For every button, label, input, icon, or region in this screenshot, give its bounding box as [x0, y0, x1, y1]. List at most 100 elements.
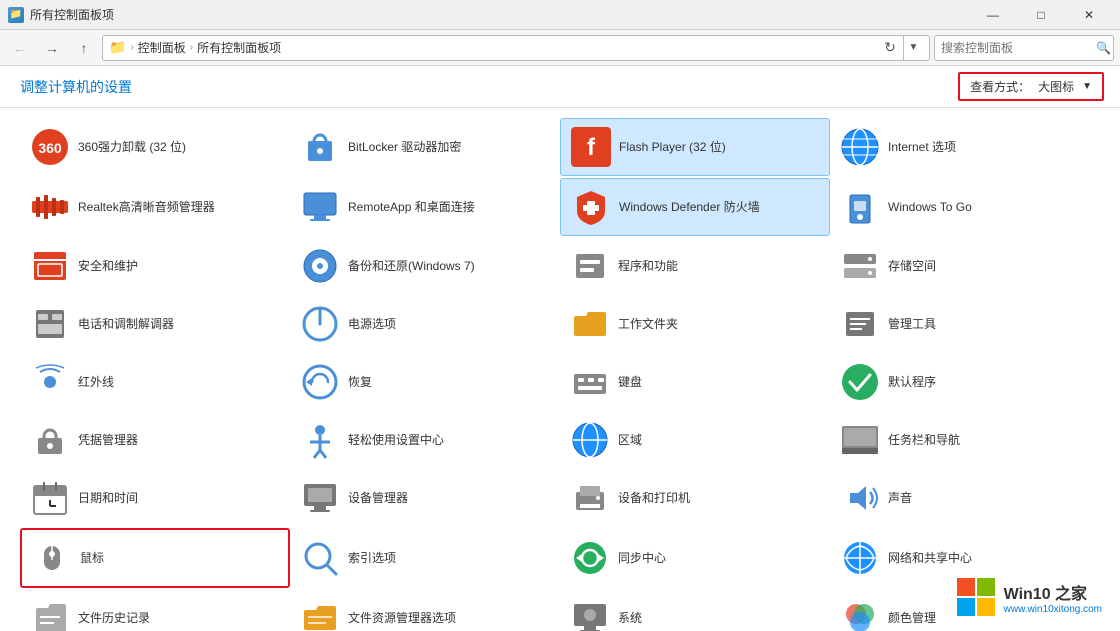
item-security[interactable]: 安全和维护: [20, 238, 290, 294]
address-bar[interactable]: 📁 › 控制面板 › 所有控制面板项 ↻ ▼: [102, 35, 930, 61]
watermark-main-text: Win10 之家: [1004, 580, 1102, 604]
title-bar-icon: 📁: [8, 7, 24, 23]
item-mouse-label: 鼠标: [80, 550, 104, 567]
svg-text:f: f: [587, 134, 596, 161]
refresh-button[interactable]: ↻: [877, 35, 903, 61]
item-internet-label: Internet 选项: [888, 139, 956, 156]
item-phone[interactable]: 电话和调制解调器: [20, 296, 290, 352]
breadcrumb-sep-2: ›: [190, 42, 193, 53]
item-windefender-icon: [571, 187, 611, 227]
item-manage[interactable]: 管理工具: [830, 296, 1100, 352]
item-mouse-icon: [32, 538, 72, 578]
breadcrumb-icon: 📁: [109, 39, 126, 56]
item-infrared[interactable]: 红外线: [20, 354, 290, 410]
view-label: 查看方式：: [970, 78, 1030, 95]
item-system[interactable]: 系统: [560, 590, 830, 631]
item-manage-icon: [840, 304, 880, 344]
item-backup-icon: [300, 246, 340, 286]
item-default-label: 默认程序: [888, 374, 936, 391]
item-indexing[interactable]: 索引选项: [290, 528, 560, 588]
item-sync-icon: [570, 538, 610, 578]
item-windefender[interactable]: Windows Defender 防火墙: [560, 178, 830, 236]
item-default[interactable]: 默认程序: [830, 354, 1100, 410]
item-devprinter[interactable]: 设备和打印机: [560, 470, 830, 526]
search-bar[interactable]: 🔍: [934, 35, 1114, 61]
up-button[interactable]: ↑: [70, 34, 98, 62]
search-input[interactable]: [941, 41, 1096, 55]
item-flash-label: Flash Player (32 位): [619, 139, 726, 156]
item-programs[interactable]: 程序和功能: [560, 238, 830, 294]
breadcrumb-part-1: 控制面板: [138, 39, 186, 56]
item-remoteapp[interactable]: RemoteApp 和桌面连接: [290, 178, 560, 236]
item-phone-label: 电话和调制解调器: [78, 316, 174, 333]
item-indexing-label: 索引选项: [348, 550, 396, 567]
item-infrared-label: 红外线: [78, 374, 114, 391]
close-button[interactable]: ✕: [1066, 0, 1112, 30]
item-recovery[interactable]: 恢复: [290, 354, 560, 410]
item-remoteapp-icon: [300, 187, 340, 227]
item-windefender-label: Windows Defender 防火墙: [619, 199, 760, 216]
page-title: 调整计算机的设置: [20, 77, 132, 97]
scroll-area[interactable]: 360360强力卸载 (32 位) BitLocker 驱动器加密 f Flash P…: [0, 108, 1120, 631]
header-area: 调整计算机的设置 查看方式： 大图标 ▼: [0, 66, 1120, 108]
item-workfolder[interactable]: 工作文件夹: [560, 296, 830, 352]
watermark-url: www.win10xitong.com: [1004, 604, 1102, 615]
item-flash[interactable]: f Flash Player (32 位): [560, 118, 830, 176]
maximize-button[interactable]: □: [1018, 0, 1064, 30]
item-color-label: 颜色管理: [888, 610, 936, 627]
breadcrumb-part-2: 所有控制面板项: [197, 39, 281, 56]
item-360[interactable]: 360360强力卸载 (32 位): [20, 118, 290, 176]
item-sync[interactable]: 同步中心: [560, 528, 830, 588]
item-realtek[interactable]: Realtek高清晰音频管理器: [20, 178, 290, 236]
item-internet[interactable]: Internet 选项: [830, 118, 1100, 176]
item-credentials-label: 凭据管理器: [78, 432, 138, 449]
item-mouse[interactable]: 鼠标: [20, 528, 290, 588]
item-fileexplorer[interactable]: 文件资源管理器选项: [290, 590, 560, 631]
item-devprinter-label: 设备和打印机: [618, 490, 690, 507]
item-storage[interactable]: 存储空间: [830, 238, 1100, 294]
item-bitlocker-icon: [300, 127, 340, 167]
item-fileexplorer-icon: [300, 598, 340, 631]
item-network-label: 网络和共享中心: [888, 550, 972, 567]
item-bitlocker[interactable]: BitLocker 驱动器加密: [290, 118, 560, 176]
item-datetime-label: 日期和时间: [78, 490, 138, 507]
back-button[interactable]: ←: [6, 34, 34, 62]
forward-button[interactable]: →: [38, 34, 66, 62]
item-flash-icon: f: [571, 127, 611, 167]
item-credentials-icon: [30, 420, 70, 460]
item-datetime[interactable]: 日期和时间: [20, 470, 290, 526]
title-bar-title: 所有控制面板项: [30, 6, 970, 23]
item-keyboard[interactable]: 键盘: [560, 354, 830, 410]
item-system-label: 系统: [618, 610, 642, 627]
item-remoteapp-label: RemoteApp 和桌面连接: [348, 199, 475, 216]
item-devprinter-icon: [570, 478, 610, 518]
item-programs-icon: [570, 246, 610, 286]
item-ease[interactable]: 轻松使用设置中心: [290, 412, 560, 468]
item-backup[interactable]: 备份和还原(Windows 7): [290, 238, 560, 294]
item-devmgr[interactable]: 设备管理器: [290, 470, 560, 526]
item-filehistory-icon: [30, 598, 70, 631]
item-power-icon: [300, 304, 340, 344]
item-default-icon: [840, 362, 880, 402]
search-icon: 🔍: [1096, 41, 1111, 55]
item-sync-label: 同步中心: [618, 550, 666, 567]
view-selector[interactable]: 查看方式： 大图标 ▼: [958, 72, 1104, 101]
item-wintogo-icon: [840, 187, 880, 227]
item-power[interactable]: 电源选项: [290, 296, 560, 352]
item-sound[interactable]: 声音: [830, 470, 1100, 526]
address-dropdown-button[interactable]: ▼: [903, 35, 923, 61]
view-dropdown-icon[interactable]: ▼: [1082, 81, 1092, 92]
window-controls: — □ ✕: [970, 0, 1112, 30]
item-region[interactable]: 区域: [560, 412, 830, 468]
item-ease-icon: [300, 420, 340, 460]
minimize-button[interactable]: —: [970, 0, 1016, 30]
item-taskbar[interactable]: 任务栏和导航: [830, 412, 1100, 468]
item-bitlocker-label: BitLocker 驱动器加密: [348, 139, 461, 156]
watermark-text-container: Win10 之家 www.win10xitong.com: [1004, 580, 1102, 615]
item-network-icon: [840, 538, 880, 578]
item-filehistory[interactable]: 文件历史记录: [20, 590, 290, 631]
item-storage-label: 存储空间: [888, 258, 936, 275]
main-content: 360360强力卸载 (32 位) BitLocker 驱动器加密 f Flash P…: [0, 108, 1120, 631]
item-credentials[interactable]: 凭据管理器: [20, 412, 290, 468]
item-wintogo[interactable]: Windows To Go: [830, 178, 1100, 236]
